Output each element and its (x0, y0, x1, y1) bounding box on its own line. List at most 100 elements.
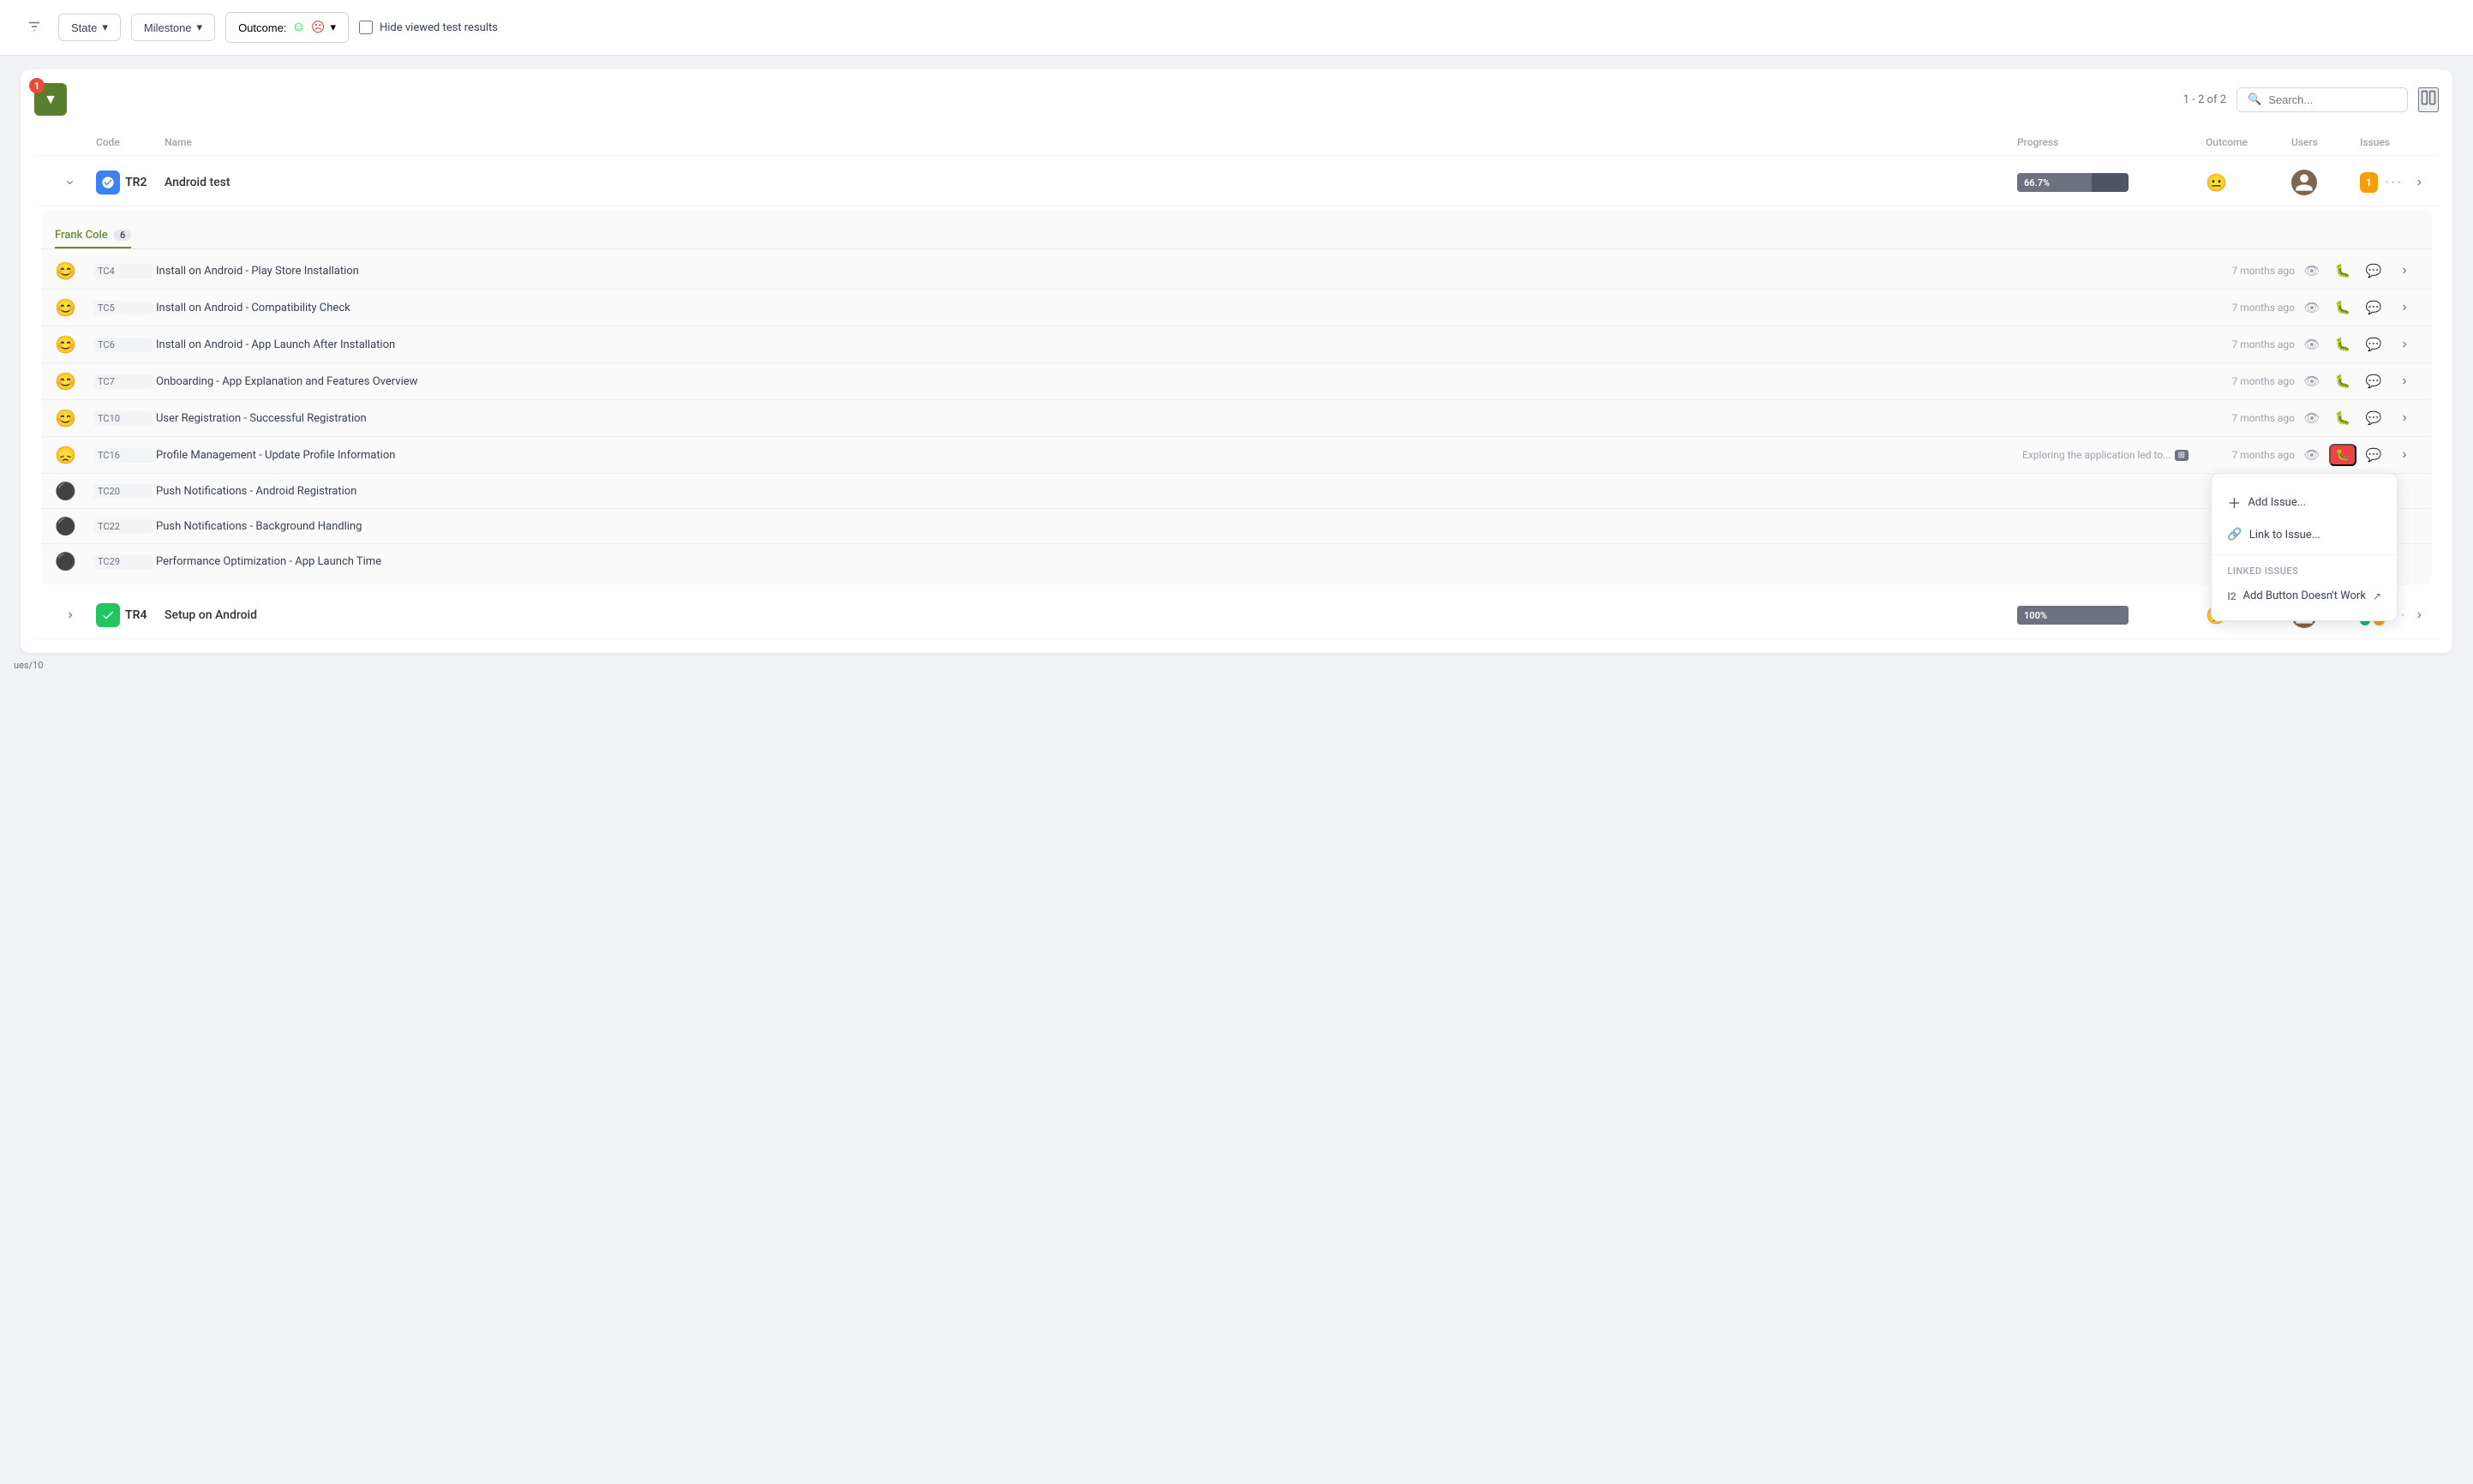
hide-viewed-label: Hide viewed test results (380, 21, 498, 34)
tc16-bug-button[interactable]: 🐛 (2329, 444, 2356, 466)
expand-tr2-button[interactable]: › (45, 171, 96, 194)
tr4-chevron-button[interactable]: › (2410, 604, 2428, 626)
tc7-chat-button[interactable]: 💬 (2360, 371, 2387, 392)
tr2-chevron-button[interactable]: › (2410, 171, 2428, 194)
tc7-time: 7 months ago (2192, 375, 2295, 387)
tr4-name: Setup on Android (165, 608, 2017, 622)
col-users-header: Users (2291, 136, 2360, 148)
filter-funnel-icon: ▼ (44, 91, 57, 108)
tc10-row: 😊 TC10 User Registration - Successful Re… (41, 400, 2432, 437)
tc16-code: TC16 (93, 448, 153, 463)
tc6-bug-button[interactable]: 🐛 (2329, 334, 2356, 355)
tc4-chat-button[interactable]: 💬 (2360, 260, 2387, 281)
tc16-eye-button[interactable]: 👁 (2298, 445, 2326, 465)
tc4-time: 7 months ago (2192, 265, 2295, 277)
tc6-expand-button[interactable]: › (2391, 333, 2418, 356)
tc7-row: 😊 TC7 Onboarding - App Explanation and F… (41, 363, 2432, 400)
tr2-outcome: 😐 (2206, 172, 2291, 193)
tc5-outcome-icon: 😊 (55, 297, 89, 318)
tc7-bug-button[interactable]: 🐛 (2329, 371, 2356, 392)
tr2-code: TR2 (125, 176, 147, 189)
active-filter-badge[interactable]: 1 ▼ (34, 83, 67, 116)
tc5-bug-button[interactable]: 🐛 (2329, 297, 2356, 318)
expand-tr4-button[interactable]: › (45, 604, 96, 626)
link-issue-item[interactable]: 🔗 Link to Issue... (2212, 520, 2397, 549)
tr2-issue-badge: 1 (2360, 172, 2378, 193)
search-box: 🔍 (2236, 87, 2408, 112)
milestone-filter-button[interactable]: Milestone ▾ (131, 14, 215, 41)
chevron-down-icon: ▾ (330, 21, 336, 34)
tc10-chat-button[interactable]: 💬 (2360, 408, 2387, 428)
tr2-more-button[interactable]: ··· (2385, 175, 2404, 190)
link-issue-label: Link to Issue... (2249, 529, 2320, 542)
tc6-outcome-icon: 😊 (55, 334, 89, 355)
tc10-eye-button[interactable]: 👁 (2298, 408, 2326, 428)
tr4-progress: 100% (2017, 606, 2206, 625)
tc7-outcome-icon: 😊 (55, 371, 89, 392)
chevron-down-icon: ▾ (197, 21, 203, 34)
tc4-code: TC4 (93, 264, 153, 278)
external-link-icon: ↗ (2373, 590, 2381, 602)
tc29-code: TC29 (93, 554, 153, 569)
search-icon: 🔍 (2248, 93, 2261, 106)
panel-header: 1 ▼ 1 - 2 of 2 🔍 (34, 83, 2439, 116)
tr2-progress: 66.7% (2017, 173, 2206, 192)
tc4-row: 😊 TC4 Install on Android - Play Store In… (41, 253, 2432, 290)
tc5-chat-button[interactable]: 💬 (2360, 297, 2387, 318)
tr2-progress-text: 66.7% (2017, 177, 2050, 188)
issues-popup: ＋ Add Issue... 🔗 Link to Issue... Linked… (2211, 473, 2398, 621)
tc16-outcome-icon: 😞 (55, 445, 89, 465)
tc16-chat-button[interactable]: 💬 (2360, 445, 2387, 465)
tc4-expand-button[interactable]: › (2391, 260, 2418, 282)
tr2-type-icon (96, 171, 120, 194)
tc7-expand-button[interactable]: › (2391, 370, 2418, 392)
footer-count: ues/10 (0, 653, 2473, 678)
tc6-row: 😊 TC6 Install on Android - App Launch Af… (41, 326, 2432, 363)
filter-icon-button[interactable] (21, 13, 48, 43)
tr4-type-icon (96, 603, 120, 627)
tc4-bug-button[interactable]: 🐛 (2329, 260, 2356, 281)
tc4-eye-button[interactable]: 👁 (2298, 260, 2326, 281)
tc6-time: 7 months ago (2192, 338, 2295, 350)
tc10-time: 7 months ago (2192, 412, 2295, 424)
tr4-progress-text: 100% (2017, 610, 2047, 621)
tc22-name: Push Notifications - Background Handling (156, 520, 2185, 533)
test-run-row-tr4: › TR4 Setup on Android 100% 😞 1 1 ··· (34, 592, 2439, 639)
add-issue-item[interactable]: ＋ Add Issue... (2212, 484, 2397, 520)
frank-cole-count: 6 (114, 230, 131, 241)
tc6-eye-button[interactable]: 👁 (2298, 334, 2326, 355)
tc5-time: 7 months ago (2192, 302, 2295, 314)
frank-cole-tab[interactable]: Frank Cole 6 (55, 224, 131, 248)
col-outcome-header: Outcome (2206, 136, 2291, 148)
tc5-expand-button[interactable]: › (2391, 296, 2418, 319)
popup-divider (2212, 554, 2397, 555)
columns-toggle-button[interactable] (2418, 87, 2439, 112)
tc10-expand-button[interactable]: › (2391, 407, 2418, 429)
smiley-sad-icon: ☹ (311, 19, 326, 36)
tc5-eye-button[interactable]: 👁 (2298, 297, 2326, 318)
hide-viewed-checkbox[interactable]: Hide viewed test results (359, 21, 498, 34)
tc16-expand-button[interactable]: › (2391, 444, 2418, 466)
tc7-eye-button[interactable]: 👁 (2298, 371, 2326, 392)
tr4-code: TR4 (125, 608, 147, 622)
link-icon: 🔗 (2227, 528, 2242, 542)
tc16-time: 7 months ago (2192, 449, 2295, 461)
outcome-filter-button[interactable]: Outcome: ☺ ☹ ▾ (225, 12, 349, 43)
chevron-down-icon: › (63, 180, 78, 184)
smiley-happy-icon: ☺ (291, 20, 305, 35)
tc4-outcome-icon: 😊 (55, 260, 89, 281)
state-filter-button[interactable]: State ▾ (58, 14, 121, 41)
hide-viewed-input[interactable] (359, 21, 373, 34)
tc7-code: TC7 (93, 374, 153, 389)
tr2-outcome-icon: 😐 (2206, 172, 2227, 193)
tc10-bug-button[interactable]: 🐛 (2329, 408, 2356, 428)
tc20-code: TC20 (93, 484, 153, 499)
search-input[interactable] (2268, 93, 2397, 106)
main-panel: 1 ▼ 1 - 2 of 2 🔍 Code Name Progress Outc… (21, 69, 2452, 653)
tc29-outcome-icon: ⚫ (55, 551, 89, 571)
linked-issue-item[interactable]: I2 Add Button Doesn't Work ↗ (2212, 582, 2397, 610)
tc10-name: User Registration - Successful Registrat… (156, 412, 2185, 425)
col-code-header: Code (96, 136, 165, 148)
tc6-chat-button[interactable]: 💬 (2360, 334, 2387, 355)
tr4-code-cell: TR4 (96, 603, 165, 627)
